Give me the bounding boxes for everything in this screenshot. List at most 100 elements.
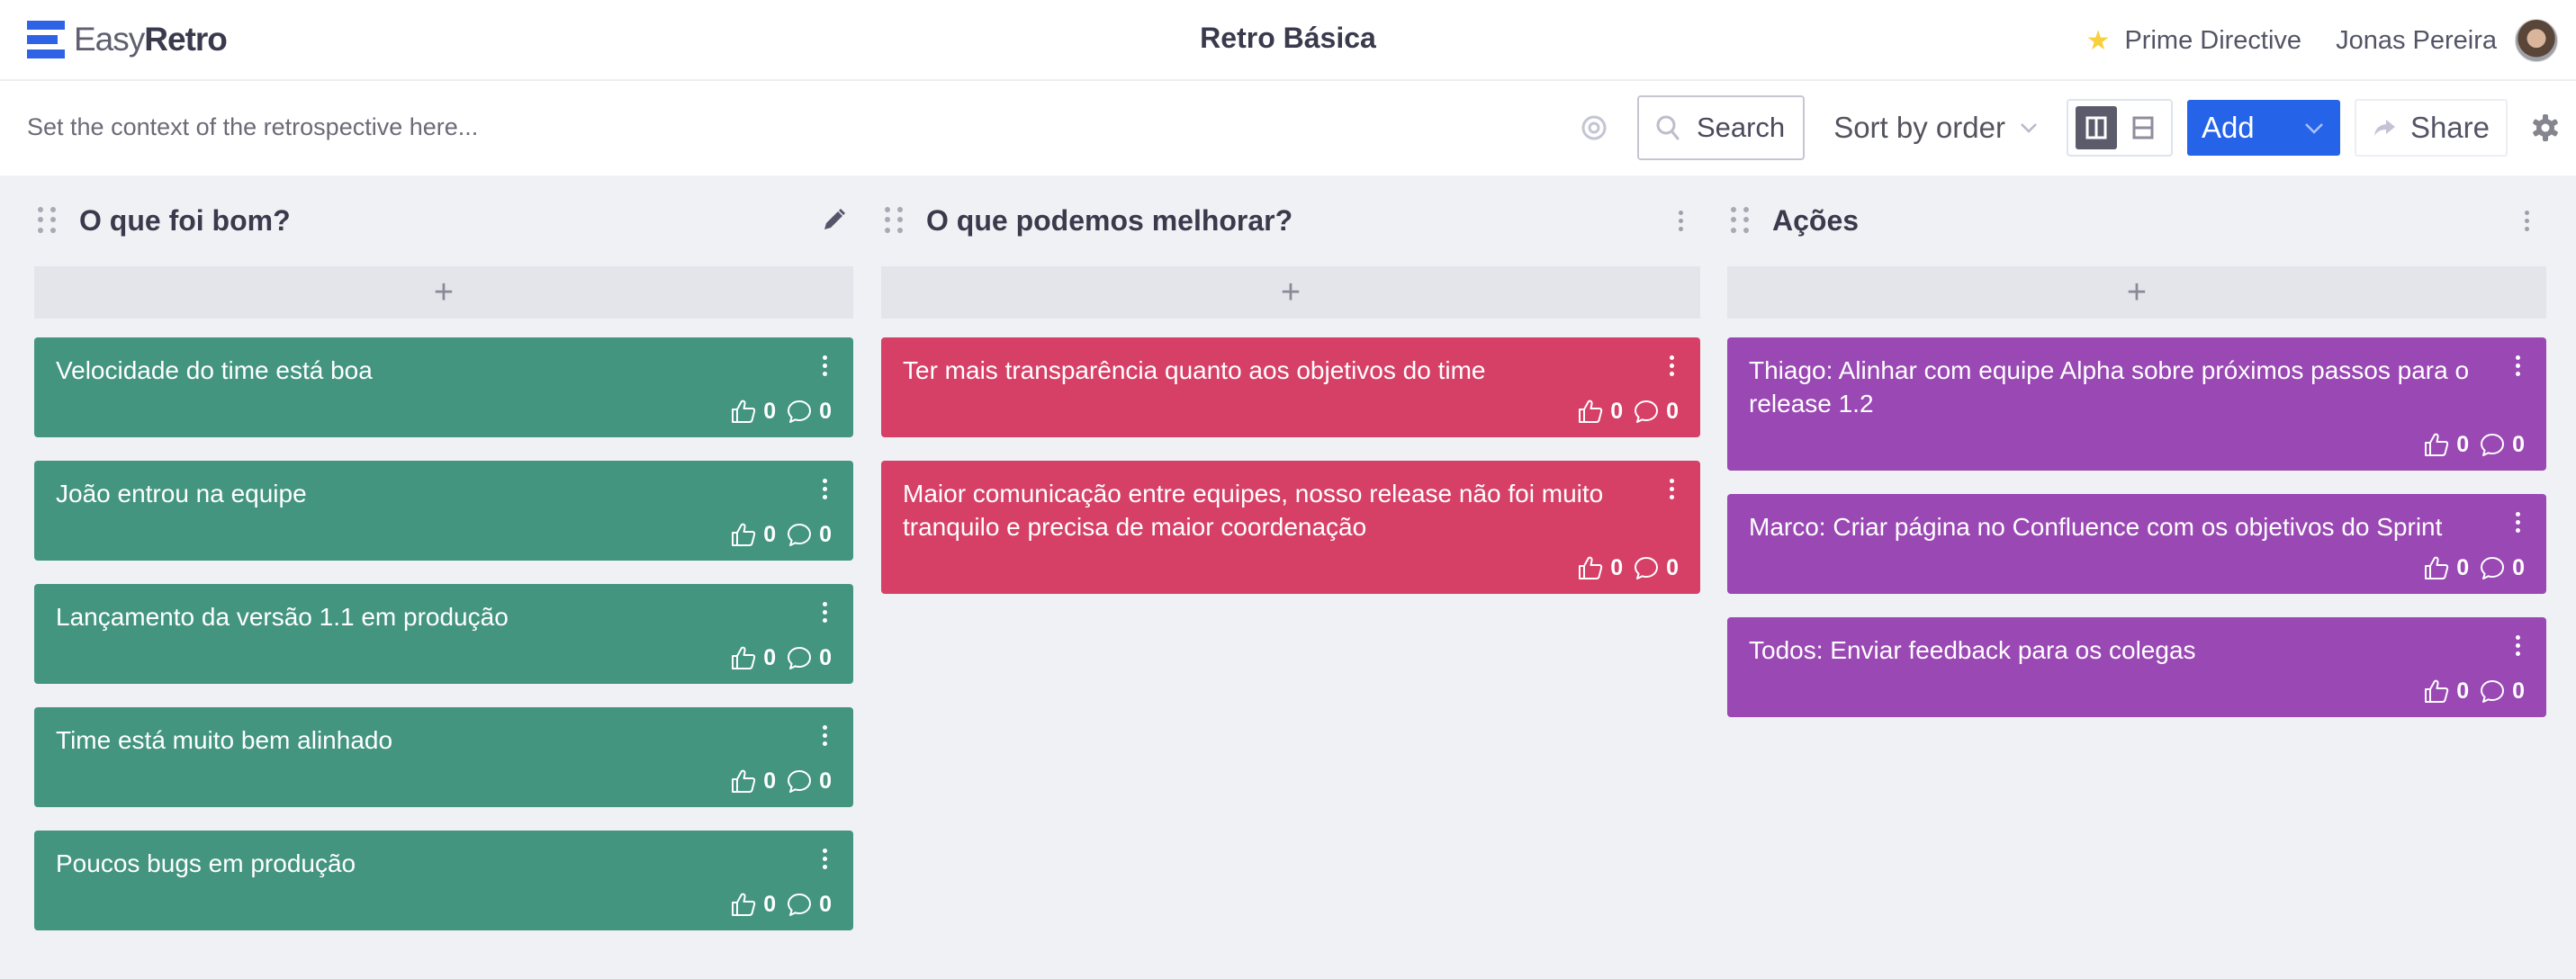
edit-column-button[interactable] [817,202,850,238]
card-menu-button[interactable] [815,597,833,627]
card-footer: 0 0 [56,398,832,425]
comment-button[interactable]: 0 [1634,399,1679,425]
column-menu-button[interactable] [2510,202,2543,238]
board-title[interactable]: Retro Básica [1200,22,1376,54]
eye-icon[interactable] [1576,110,1612,146]
search-label: Search [1696,112,1786,143]
vote-count: 0 [763,891,777,917]
column-title[interactable]: O que podemos melhorar? [926,204,1293,238]
vote-button[interactable]: 0 [731,399,776,425]
vote-button[interactable]: 0 [731,892,776,918]
comment-button[interactable]: 0 [787,645,832,671]
retro-card[interactable]: Poucos bugs em produção 0 0 [34,831,853,930]
card-text: Maior comunicação entre equipes, nosso r… [903,480,1604,541]
comment-icon [2481,557,2505,579]
add-card-button[interactable]: + [1727,266,2546,319]
vote-button[interactable]: 0 [1578,555,1623,581]
card-menu-button[interactable] [2508,350,2526,381]
vote-button[interactable]: 0 [731,645,776,671]
vote-button[interactable]: 0 [2424,432,2469,458]
columns-icon [2085,116,2107,139]
comment-count: 0 [1666,398,1679,424]
card-text: Thiago: Alinhar com equipe Alpha sobre p… [1749,356,2470,418]
drag-handle-icon[interactable] [885,207,905,234]
retro-card[interactable]: Thiago: Alinhar com equipe Alpha sobre p… [1727,337,2546,471]
prime-directive-link[interactable]: ★ Prime Directive [2086,25,2302,57]
column-title[interactable]: O que foi bom? [79,204,291,238]
thumbs-up-icon [732,893,756,916]
plus-icon: + [433,273,455,311]
kebab-menu-icon [1678,209,1683,233]
card-text: Todos: Enviar feedback para os colegas [1749,636,2196,664]
vote-count: 0 [2456,431,2470,457]
column-title[interactable]: Ações [1772,204,1859,238]
card-menu-button[interactable] [815,720,833,750]
top-header: EasyRetro Retro Básica ★ Prime Directive… [0,0,2576,81]
retro-card[interactable]: Ter mais transparência quanto aos objeti… [881,337,1700,437]
comment-button[interactable]: 0 [787,522,832,548]
comment-button[interactable]: 0 [787,768,832,795]
card-menu-button[interactable] [815,350,833,381]
card-menu-button[interactable] [1662,473,1680,504]
card-menu-button[interactable] [2508,630,2526,660]
drag-handle-icon[interactable] [38,207,58,234]
card-menu-button[interactable] [815,473,833,504]
comment-button[interactable]: 0 [2480,678,2525,705]
vote-button[interactable]: 0 [731,522,776,548]
gear-icon[interactable] [2529,112,2562,144]
pencil-icon [824,209,845,229]
board-toolbar: Set the context of the retrospective her… [0,81,2576,175]
search-icon [1656,115,1680,140]
column-header: O que foi bom? [34,175,853,265]
vote-count: 0 [763,768,777,794]
add-card-button[interactable]: + [881,266,1700,319]
comment-count: 0 [2512,554,2525,580]
chevron-down-icon [2305,122,2323,134]
share-icon [2373,120,2395,136]
vote-count: 0 [1610,554,1624,580]
vote-button[interactable]: 0 [2424,678,2469,705]
user-name[interactable]: Jonas Pereira [2336,26,2497,56]
row-view-button[interactable] [2122,106,2164,149]
chevron-down-icon [2021,123,2037,133]
drag-handle-icon[interactable] [1731,207,1751,234]
comment-button[interactable]: 0 [787,892,832,918]
column-menu-button[interactable] [1664,202,1697,238]
easyretro-logo[interactable]: EasyRetro [27,20,228,59]
column-view-button[interactable] [2075,106,2117,149]
vote-button[interactable]: 0 [2424,555,2469,581]
sort-dropdown[interactable]: Sort by order [1833,111,2038,145]
share-button[interactable]: Share [2354,99,2508,157]
card-menu-button[interactable] [1662,350,1680,381]
add-card-button[interactable]: + [34,266,853,319]
add-button[interactable]: Add [2186,100,2340,156]
user-avatar[interactable] [2515,19,2558,62]
retro-card[interactable]: João entrou na equipe 0 0 [34,461,853,561]
retro-card[interactable]: Time está muito bem alinhado 0 0 [34,707,853,807]
card-menu-button[interactable] [2508,507,2526,537]
logo-icon [27,21,65,58]
comment-button[interactable]: 0 [2480,555,2525,581]
comment-button[interactable]: 0 [2480,432,2525,458]
retro-card[interactable]: Marco: Criar página no Confluence com os… [1727,494,2546,594]
vote-button[interactable]: 0 [731,768,776,795]
comment-button[interactable]: 0 [787,399,832,425]
column-header: Ações [1727,175,2546,265]
plus-icon: + [1280,273,1302,311]
retro-card[interactable]: Todos: Enviar feedback para os colegas 0… [1727,617,2546,717]
card-menu-button[interactable] [815,843,833,874]
vote-count: 0 [763,521,777,547]
thumbs-up-icon [732,400,756,423]
column-o-que-foi-bom: O que foi bom? + Velocidade do time está… [34,175,853,954]
card-footer: 0 0 [1749,678,2525,705]
vote-button[interactable]: 0 [1578,399,1623,425]
comment-button[interactable]: 0 [1634,555,1679,581]
kebab-menu-icon [822,723,827,748]
retro-card[interactable]: Lançamento da versão 1.1 em produção 0 0 [34,584,853,684]
search-button[interactable]: Search [1636,95,1806,160]
comment-icon [788,770,812,793]
comment-count: 0 [2512,678,2525,704]
retro-card[interactable]: Velocidade do time está boa 0 0 [34,337,853,437]
context-input[interactable]: Set the context of the retrospective her… [27,113,478,141]
retro-card[interactable]: Maior comunicação entre equipes, nosso r… [881,461,1700,594]
